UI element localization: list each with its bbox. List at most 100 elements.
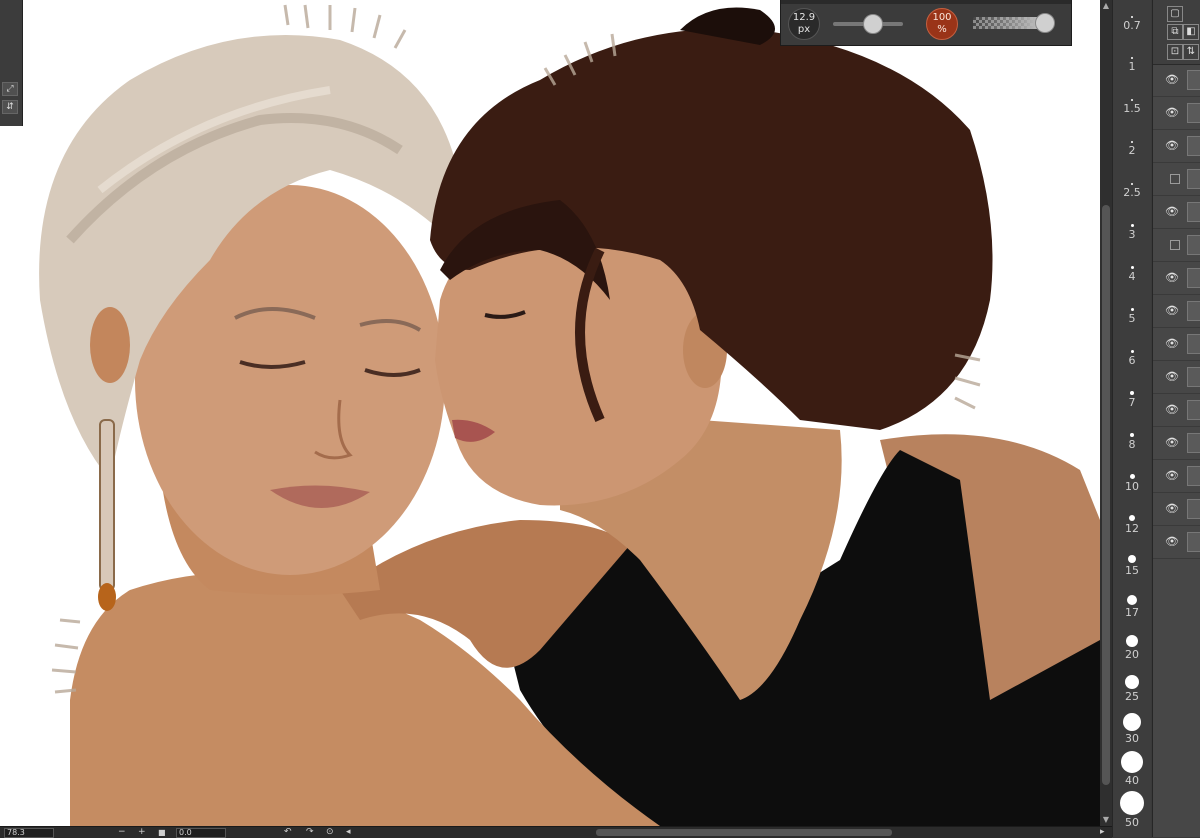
layer-visibility-eye-icon[interactable]: 👁 — [1165, 139, 1179, 153]
brush-size-item[interactable]: 1.5 — [1113, 99, 1151, 115]
layer-visibility-checkbox[interactable] — [1170, 240, 1180, 250]
layer-thumbnail[interactable] — [1187, 400, 1200, 420]
layer-thumbnail[interactable] — [1187, 532, 1200, 552]
zoom-in-button[interactable]: + — [138, 827, 146, 838]
layer-row[interactable]: 👁 — [1153, 328, 1200, 361]
layer-visibility-eye-icon[interactable]: 👁 — [1165, 535, 1179, 549]
layer-thumbnail[interactable] — [1187, 466, 1200, 486]
selection-layer-icon[interactable]: ⊡ — [1167, 44, 1183, 60]
layer-row[interactable]: 👁 — [1153, 64, 1200, 97]
brush-size-item[interactable]: 1 — [1113, 57, 1151, 73]
layer-visibility-eye-icon[interactable]: 👁 — [1165, 502, 1179, 516]
scroll-down-icon[interactable]: ▼ — [1100, 814, 1112, 826]
layer-mask-icon[interactable]: ◧ — [1183, 24, 1199, 40]
scroll-up-icon[interactable]: ▲ — [1100, 0, 1112, 12]
layer-row[interactable]: 👁 — [1153, 361, 1200, 394]
layer-thumbnail[interactable] — [1187, 202, 1200, 222]
layer-row[interactable]: 👁 — [1153, 295, 1200, 328]
horizontal-scroll-thumb[interactable] — [596, 829, 892, 836]
layer-thumbnail[interactable] — [1187, 367, 1200, 387]
layer-thumbnail[interactable] — [1187, 169, 1200, 189]
layer-visibility-eye-icon[interactable]: 👁 — [1165, 205, 1179, 219]
layer-thumbnail[interactable] — [1187, 301, 1200, 321]
layer-row[interactable]: 👁 — [1153, 97, 1200, 130]
brush-size-item[interactable]: 40 — [1113, 751, 1151, 787]
canvas-area[interactable] — [0, 0, 1100, 826]
brush-size-slider[interactable] — [833, 14, 903, 34]
brush-size-item[interactable]: 2.5 — [1113, 183, 1151, 199]
brush-size-item[interactable]: 6 — [1113, 350, 1151, 367]
brush-size-item[interactable]: 25 — [1113, 675, 1151, 703]
brush-size-item[interactable]: 2 — [1113, 141, 1151, 157]
brush-size-item[interactable]: 3 — [1113, 224, 1151, 241]
layer-thumbnail[interactable] — [1187, 499, 1200, 519]
brush-size-item[interactable]: 8 — [1113, 433, 1151, 451]
brush-size-item[interactable]: 4 — [1113, 266, 1151, 283]
layer-thumbnail[interactable] — [1187, 433, 1200, 453]
brush-size-item[interactable]: 12 — [1113, 515, 1151, 535]
vertical-scroll-thumb[interactable] — [1102, 205, 1110, 785]
flip-icon[interactable]: ⇵ — [2, 100, 18, 114]
layer-row[interactable]: 👁 — [1153, 427, 1200, 460]
layer-visibility-eye-icon[interactable]: 👁 — [1165, 73, 1179, 87]
layer-visibility-eye-icon[interactable]: 👁 — [1165, 370, 1179, 384]
layer-visibility-eye-icon[interactable]: 👁 — [1165, 337, 1179, 351]
layer-row[interactable]: 👁 — [1153, 493, 1200, 526]
layer-row[interactable] — [1153, 229, 1200, 262]
layer-copy-icon[interactable]: ⧉ — [1167, 24, 1183, 40]
canvas-vertical-scrollbar[interactable]: ▲ ▼ — [1100, 0, 1112, 826]
layer-row[interactable]: 👁 — [1153, 460, 1200, 493]
rotate-left-icon[interactable]: ↶ — [284, 827, 292, 838]
brush-size-dot-icon — [1130, 433, 1134, 437]
layer-thumbnail[interactable] — [1187, 103, 1200, 123]
layer-visibility-eye-icon[interactable]: 👁 — [1165, 271, 1179, 285]
layer-thumbnail[interactable] — [1187, 334, 1200, 354]
brush-size-display[interactable]: 12.9 px — [788, 8, 820, 40]
reset-rotation-icon[interactable]: ⊙ — [326, 827, 334, 838]
brush-size-item[interactable]: 7 — [1113, 391, 1151, 409]
brush-size-item[interactable]: 17 — [1113, 595, 1151, 619]
scroll-right-icon[interactable]: ▸ — [1100, 827, 1105, 838]
brush-opacity-slider-knob[interactable] — [1035, 13, 1055, 33]
rotate-right-icon[interactable]: ↷ — [306, 827, 314, 838]
brush-size-item[interactable]: 50 — [1113, 791, 1151, 829]
layer-row[interactable]: 👁 — [1153, 394, 1200, 427]
layer-visibility-eye-icon[interactable]: 👁 — [1165, 106, 1179, 120]
layer-row[interactable]: 👁 — [1153, 262, 1200, 295]
brush-size-item[interactable]: 5 — [1113, 308, 1151, 325]
layer-row[interactable]: 👁 — [1153, 526, 1200, 559]
layer-row[interactable]: 👁 — [1153, 130, 1200, 163]
zoom-out-button[interactable]: − — [118, 827, 126, 838]
brush-size-item[interactable]: 20 — [1113, 635, 1151, 661]
layer-row[interactable]: 👁 — [1153, 196, 1200, 229]
layer-thumbnail[interactable] — [1187, 235, 1200, 255]
brush-size-item[interactable]: 30 — [1113, 713, 1151, 745]
layer-thumbnail[interactable] — [1187, 268, 1200, 288]
layer-visibility-eye-icon[interactable]: 👁 — [1165, 304, 1179, 318]
brush-size-item[interactable]: 0.7 — [1113, 16, 1151, 32]
brush-size-item[interactable]: 15 — [1113, 555, 1151, 577]
fit-view-icon[interactable]: ⤢ — [2, 82, 18, 96]
fit-icon[interactable]: ■ — [158, 827, 166, 838]
brush-size-label: 2 — [1128, 144, 1136, 157]
layer-row[interactable] — [1153, 163, 1200, 196]
brush-size-slider-knob[interactable] — [863, 14, 883, 34]
layer-visibility-checkbox[interactable] — [1170, 174, 1180, 184]
brush-opacity-slider[interactable] — [973, 13, 1055, 33]
brush-size-dot-icon — [1130, 266, 1134, 269]
layer-thumbnail[interactable] — [1187, 70, 1200, 90]
popup-titlebar[interactable] — [781, 0, 1071, 4]
layer-visibility-eye-icon[interactable]: 👁 — [1165, 469, 1179, 483]
brush-size-value: 12.9 — [792, 12, 816, 23]
artwork-painting[interactable] — [0, 0, 1100, 826]
new-layer-icon[interactable]: ▢ — [1167, 6, 1183, 22]
brush-size-item[interactable]: 10 — [1113, 474, 1151, 493]
layer-visibility-eye-icon[interactable]: 👁 — [1165, 403, 1179, 417]
transfer-icon[interactable]: ⇅ — [1183, 44, 1199, 60]
layer-thumbnail[interactable] — [1187, 136, 1200, 156]
brush-size-label: 15 — [1125, 564, 1139, 577]
layer-visibility-eye-icon[interactable]: 👁 — [1165, 436, 1179, 450]
brush-opacity-display[interactable]: 100 % — [926, 8, 958, 40]
brush-opacity-value: 100 — [932, 12, 952, 23]
scroll-left-icon[interactable]: ◂ — [346, 827, 351, 838]
